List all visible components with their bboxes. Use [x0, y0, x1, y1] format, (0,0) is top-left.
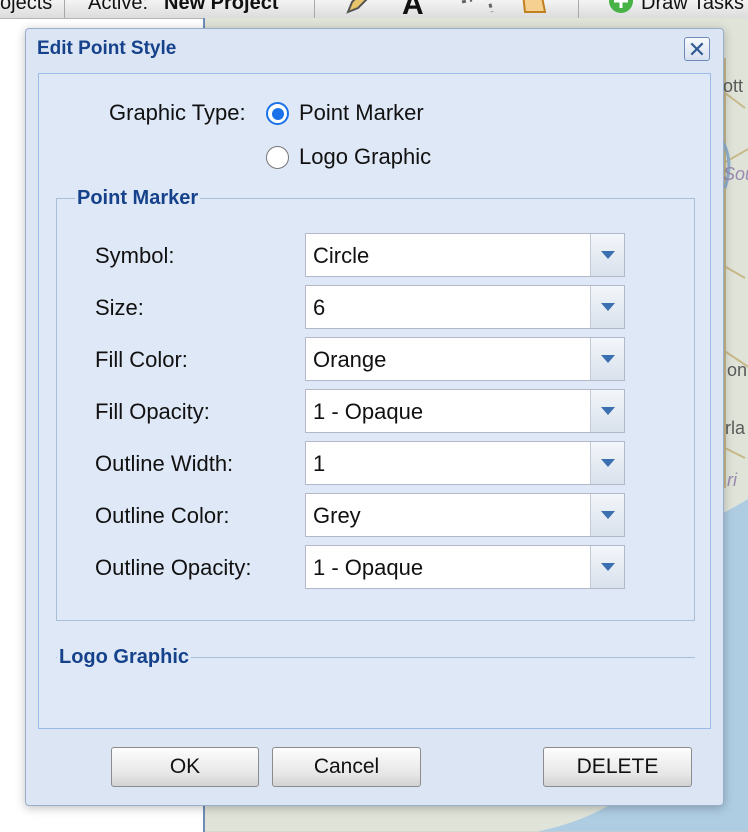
radio-point-marker[interactable]	[266, 102, 289, 125]
toolbar-separator	[64, 0, 65, 18]
outline-width-value: 1	[313, 451, 326, 476]
map-label: Sou	[723, 164, 748, 184]
edit-point-style-dialog: Edit Point Style ✕ Graphic Type: Point M…	[25, 28, 724, 806]
cancel-button[interactable]: Cancel	[272, 747, 421, 787]
fill-opacity-select[interactable]: 1 - Opaque	[305, 389, 625, 433]
symbol-select[interactable]: Circle	[305, 233, 625, 277]
radio-logo-graphic[interactable]	[266, 146, 289, 169]
fill-color-value: Orange	[313, 347, 387, 372]
ok-button[interactable]: OK	[111, 747, 259, 787]
toolbar-separator	[314, 0, 315, 18]
fill-opacity-value: 1 - Opaque	[313, 399, 424, 424]
close-icon[interactable]: ✕	[684, 37, 710, 62]
outline-opacity-select[interactable]: 1 - Opaque	[305, 545, 625, 589]
outline-opacity-value: 1 - Opaque	[313, 555, 424, 580]
map-label: rla	[725, 418, 746, 438]
radio-point-marker-label[interactable]: Point Marker	[299, 100, 424, 126]
toolbar-separator	[578, 0, 579, 18]
symbol-value: Circle	[313, 243, 370, 268]
outline-color-select[interactable]: Grey	[305, 493, 625, 537]
outline-width-select[interactable]: 1	[305, 441, 625, 485]
map-label: on	[727, 360, 748, 380]
size-select[interactable]: 6	[305, 285, 625, 329]
radio-logo-graphic-label[interactable]: Logo Graphic	[299, 144, 431, 170]
fill-opacity-label: Fill Opacity:	[95, 399, 210, 424]
outline-width-label: Outline Width:	[95, 451, 234, 476]
chevron-down-icon[interactable]	[590, 338, 624, 380]
map-label: ri	[727, 470, 737, 490]
fill-color-select[interactable]: Orange	[305, 337, 625, 381]
size-label: Size:	[95, 295, 144, 320]
fill-color-label: Fill Color:	[95, 347, 188, 372]
outline-color-value: Grey	[313, 503, 361, 528]
delete-button[interactable]: DELETE	[543, 747, 692, 787]
symbol-label: Symbol:	[95, 243, 175, 268]
size-value: 6	[313, 295, 326, 320]
logo-graphic-legend[interactable]: Logo Graphic	[57, 646, 191, 669]
chevron-down-icon[interactable]	[590, 546, 624, 588]
dialog-body: Graphic Type: Point Marker Logo Graphic …	[38, 73, 711, 729]
outline-color-label: Outline Color:	[95, 503, 230, 528]
app-toolbar: ojects Active: New Project A Draw Tasks	[0, 0, 748, 21]
point-marker-fieldset: Point Marker Symbol: Circle Size: 6 Fill…	[56, 187, 695, 621]
chevron-down-icon[interactable]	[590, 286, 624, 328]
chevron-down-icon[interactable]	[590, 442, 624, 484]
map-label: ott	[723, 76, 744, 96]
outline-opacity-label: Outline Opacity:	[95, 555, 252, 580]
projects-tab[interactable]: ojects	[0, 0, 52, 15]
draw-tasks-button[interactable]: Draw Tasks	[641, 0, 744, 15]
point-marker-legend: Point Marker	[77, 187, 199, 209]
graphic-type-label: Graphic Type:	[109, 100, 246, 125]
chevron-down-icon[interactable]	[590, 494, 624, 536]
dialog-title: Edit Point Style	[37, 38, 177, 59]
active-project-prefix: Active:	[88, 0, 149, 14]
active-project-name: New Project	[164, 0, 279, 14]
chevron-down-icon[interactable]	[590, 234, 624, 276]
chevron-down-icon[interactable]	[590, 390, 624, 432]
add-icon	[608, 0, 634, 20]
